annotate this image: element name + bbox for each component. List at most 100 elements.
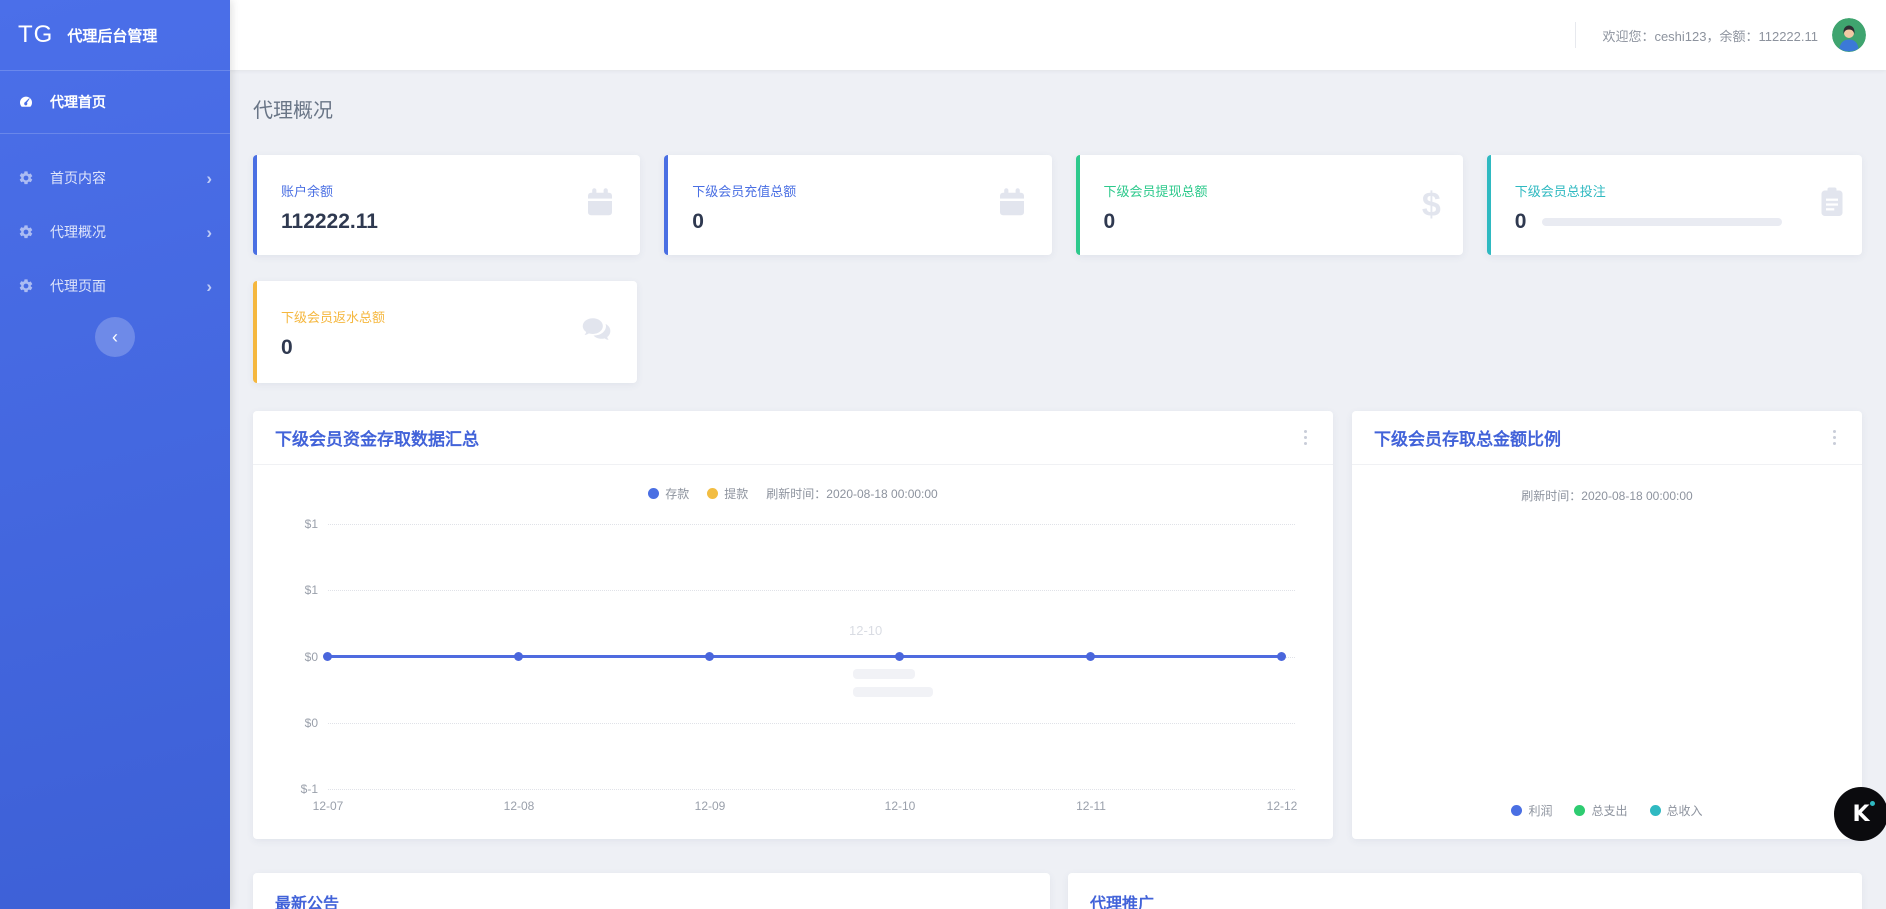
legend-item-withdraw[interactable]: 提款 bbox=[707, 485, 748, 502]
legend-label: 总支出 bbox=[1591, 802, 1627, 819]
data-point bbox=[1277, 652, 1286, 661]
refresh-time-label: 刷新时间：2020-08-18 00:00:00 bbox=[766, 485, 937, 502]
stat-value: 0 bbox=[1104, 210, 1399, 234]
legend-dot bbox=[1511, 805, 1522, 816]
dashboard-icon bbox=[18, 94, 38, 110]
legend-label: 提款 bbox=[724, 485, 748, 502]
sidebar: TG 代理后台管理 代理首页 首页内容 › 代理概况 › bbox=[0, 0, 230, 909]
sidebar-spacer bbox=[0, 134, 230, 154]
chevron-right-icon: › bbox=[206, 170, 212, 187]
line-chart-body: 存款 提款 刷新时间：2020-08-18 00:00:00 $1 bbox=[253, 465, 1333, 839]
legend-item-expense[interactable]: 总支出 bbox=[1574, 802, 1627, 819]
bottom-cards-row: 最新公告 代理推广 bbox=[253, 873, 1862, 909]
calendar-icon bbox=[994, 185, 1030, 226]
panel-header: 代理推广 bbox=[1068, 873, 1862, 909]
x-axis-tick: 12-10 bbox=[885, 799, 916, 813]
gear-icon bbox=[18, 278, 38, 294]
ghost-tooltip-smudge bbox=[853, 669, 915, 679]
legend-dot bbox=[648, 488, 659, 499]
charts-row: 下级会员资金存取数据汇总 存款 提款 刷新时间：2020-08-18 00: bbox=[253, 411, 1862, 839]
chart-title: 下级会员存取总金额比例 bbox=[1374, 425, 1561, 450]
k-badge-letter: K bbox=[1852, 802, 1869, 827]
gear-icon bbox=[18, 170, 38, 186]
page-title: 代理概况 bbox=[253, 94, 1862, 123]
logo-title: 代理后台管理 bbox=[67, 25, 157, 46]
y-axis-tick: $0 bbox=[253, 716, 318, 730]
legend-item-income[interactable]: 总收入 bbox=[1650, 802, 1703, 819]
stat-card-deposit-total: 下级会员充值总额 0 bbox=[664, 155, 1051, 255]
agent-admin-dashboard: TG 代理后台管理 代理首页 首页内容 › 代理概况 › bbox=[0, 0, 1886, 909]
stat-label: 下级会员总投注 bbox=[1515, 181, 1810, 200]
stat-card-bet-total: 下级会员总投注 0 bbox=[1487, 155, 1862, 255]
data-point bbox=[705, 652, 714, 661]
pie-chart-body: 刷新时间：2020-08-18 00:00:00 利润 总支出 总收入 bbox=[1352, 465, 1862, 839]
topbar: 欢迎您：ceshi123，余额：112222.11 bbox=[230, 0, 1886, 70]
chart-title: 下级会员资金存取数据汇总 bbox=[275, 425, 479, 450]
data-point bbox=[895, 652, 904, 661]
topbar-divider bbox=[1575, 22, 1576, 48]
legend-item-deposit[interactable]: 存款 bbox=[648, 485, 689, 502]
gridline bbox=[328, 723, 1295, 724]
panel-menu-icon[interactable] bbox=[1829, 426, 1840, 449]
floating-k-badge[interactable]: K bbox=[1834, 787, 1886, 841]
stat-card-withdraw-total: 下级会员提现总额 0 $ bbox=[1076, 155, 1463, 255]
x-axis-tick: 12-08 bbox=[504, 799, 535, 813]
panel-header: 最新公告 bbox=[253, 873, 1050, 909]
gear-icon bbox=[18, 224, 38, 240]
chat-icon bbox=[579, 312, 615, 353]
calendar-icon bbox=[582, 185, 618, 226]
dollar-icon: $ bbox=[1422, 188, 1441, 222]
latest-notice-panel: 最新公告 bbox=[253, 873, 1050, 909]
sidebar-item-agent-home[interactable]: 代理首页 bbox=[0, 78, 230, 126]
k-badge-dot bbox=[1870, 801, 1875, 806]
refresh-time-label: 刷新时间：2020-08-18 00:00:00 bbox=[1352, 487, 1862, 504]
sidebar-item-home-content[interactable]: 首页内容 › bbox=[0, 154, 230, 202]
sidebar-divider bbox=[0, 70, 230, 71]
gridline bbox=[328, 524, 1295, 525]
sidebar-item-agent-overview[interactable]: 代理概况 › bbox=[0, 208, 230, 256]
ghost-tooltip-smudge bbox=[853, 687, 933, 697]
agent-promotion-panel: 代理推广 bbox=[1068, 873, 1862, 909]
stat-value: 112222.11 bbox=[281, 210, 576, 234]
gridline bbox=[328, 590, 1295, 591]
y-axis-tick: $1 bbox=[253, 517, 318, 531]
stat-card-rebate-total: 下级会员返水总额 0 bbox=[253, 281, 637, 383]
ratio-chart-panel: 下级会员存取总金额比例 刷新时间：2020-08-18 00:00:00 利润 … bbox=[1352, 411, 1862, 839]
y-axis-tick: $0 bbox=[253, 650, 318, 664]
gridline bbox=[328, 789, 1295, 790]
stat-value: 0 bbox=[692, 210, 987, 234]
stat-card-balance: 账户余额 112222.11 bbox=[253, 155, 640, 255]
legend-label: 存款 bbox=[665, 485, 689, 502]
data-point bbox=[514, 652, 523, 661]
user-avatar[interactable] bbox=[1832, 18, 1866, 52]
chevron-right-icon: › bbox=[206, 224, 212, 241]
data-point bbox=[323, 652, 332, 661]
x-axis-tick: 12-12 bbox=[1267, 799, 1298, 813]
stat-cards-row-2: 下级会员返水总额 0 bbox=[253, 281, 1862, 383]
stat-label: 下级会员提现总额 bbox=[1104, 181, 1399, 200]
clipboard-icon bbox=[1814, 185, 1850, 226]
stat-cards-row: 账户余额 112222.11 下级会员充值总额 0 下级会员提现总额 0 $ 下… bbox=[253, 155, 1862, 255]
chart-panel-header: 下级会员资金存取数据汇总 bbox=[253, 411, 1333, 465]
logo-short: TG bbox=[18, 21, 53, 49]
panel-title: 代理推广 bbox=[1090, 890, 1154, 909]
legend-dot bbox=[1650, 805, 1661, 816]
bet-progress-bar bbox=[1542, 218, 1782, 226]
pie-legend: 利润 总支出 总收入 bbox=[1352, 802, 1862, 819]
ghost-tooltip: 12-10 bbox=[849, 623, 882, 638]
chevron-right-icon: › bbox=[206, 278, 212, 295]
stat-label: 下级会员返水总额 bbox=[281, 307, 573, 326]
sidebar-collapse-button[interactable]: ‹ bbox=[95, 317, 135, 357]
legend-dot bbox=[1574, 805, 1585, 816]
sidebar-item-agent-pages[interactable]: 代理页面 › bbox=[0, 262, 230, 310]
x-axis-tick: 12-09 bbox=[695, 799, 726, 813]
x-axis-tick: 12-07 bbox=[313, 799, 344, 813]
legend-item-profit[interactable]: 利润 bbox=[1511, 802, 1552, 819]
chevron-left-icon: ‹ bbox=[112, 327, 118, 348]
legend-dot bbox=[707, 488, 718, 499]
panel-menu-icon[interactable] bbox=[1300, 426, 1311, 449]
stat-label: 下级会员充值总额 bbox=[692, 181, 987, 200]
legend-label: 总收入 bbox=[1667, 802, 1703, 819]
main-content: 代理概况 账户余额 112222.11 下级会员充值总额 0 下级会员提现总额 … bbox=[230, 70, 1886, 909]
welcome-text: 欢迎您：ceshi123，余额：112222.11 bbox=[1602, 26, 1818, 45]
